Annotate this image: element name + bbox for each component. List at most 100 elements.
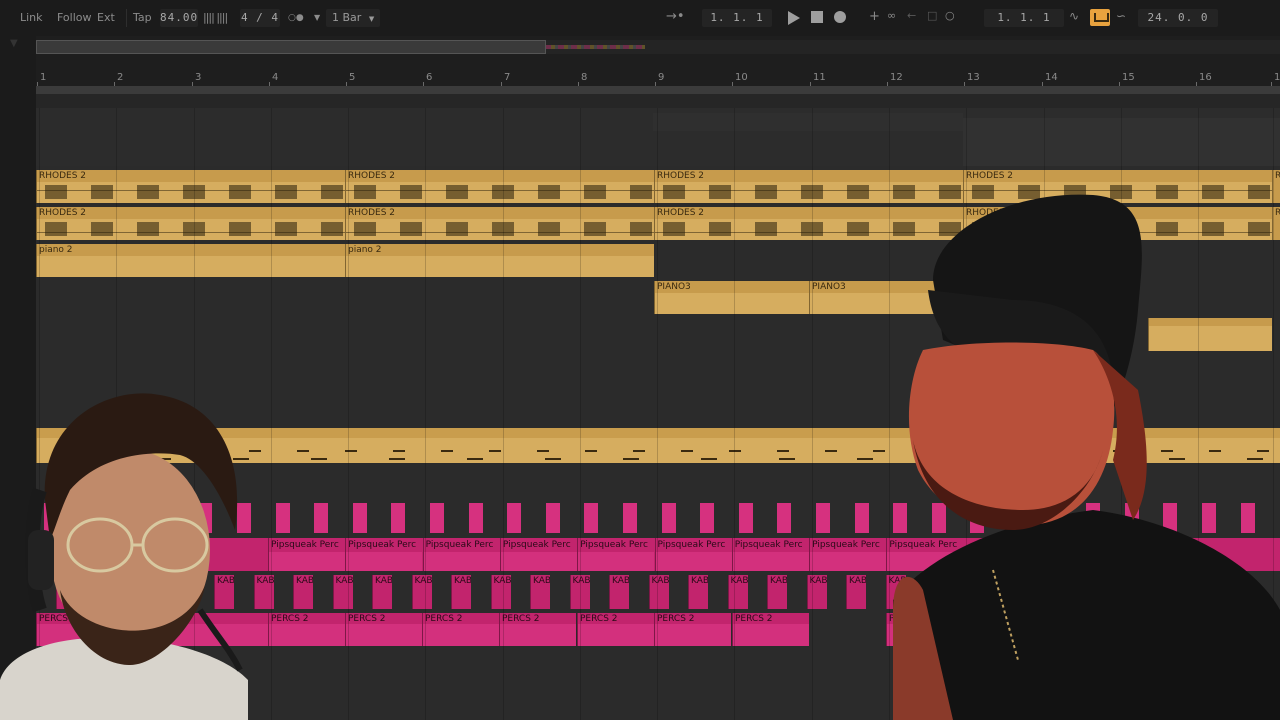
clip-percs[interactable]: PERCS 2: [345, 613, 422, 646]
automation-arm-icon[interactable]: ∞: [887, 9, 896, 22]
clip-kab[interactable]: KAB: [688, 575, 708, 609]
quantize-value: 1 Bar: [332, 11, 362, 24]
back-to-arrangement-icon[interactable]: ←: [907, 9, 916, 22]
clip-kick[interactable]: [545, 503, 560, 533]
arrangement-locators: [36, 94, 1280, 108]
follow-arrow-icon[interactable]: →•: [666, 9, 685, 24]
clip-kick[interactable]: [584, 503, 599, 533]
bar-gridline: [889, 108, 890, 720]
clip-pipsqueak[interactable]: Pipsqueak Perc: [268, 538, 345, 571]
ruler-bar-number: 13: [967, 72, 980, 83]
clip-pipsqueak[interactable]: Pipsqueak Perc: [499, 538, 577, 571]
bar-gridline: [734, 108, 735, 720]
clip-rhodes[interactable]: RHODES 2: [36, 170, 345, 203]
clip-rhodes[interactable]: RHODES 2: [36, 207, 345, 240]
follow-button[interactable]: Follow: [57, 10, 92, 26]
ruler-bar-number: 10: [735, 72, 748, 83]
loop-start-field[interactable]: 1. 1. 1: [984, 9, 1064, 27]
ruler-bar-number: 2: [117, 72, 124, 83]
link-button[interactable]: Link: [20, 10, 43, 26]
clip-kick[interactable]: [738, 503, 753, 533]
clip-kick[interactable]: [854, 503, 869, 533]
clip-kab[interactable]: KAB: [293, 575, 313, 609]
overview-visible-window[interactable]: [36, 40, 546, 54]
clip-piano3[interactable]: PIANO3: [654, 281, 809, 314]
ruler-bar-number: 7: [504, 72, 511, 83]
clip-pipsqueak[interactable]: Pipsqueak Perc: [422, 538, 500, 571]
clip-kab[interactable]: KAB: [648, 575, 669, 609]
clip-kick[interactable]: [777, 503, 792, 533]
overdub-icon[interactable]: +: [869, 9, 880, 24]
clip-kab[interactable]: KAB: [411, 575, 432, 609]
record-icon[interactable]: [834, 11, 846, 23]
clip-kick[interactable]: [661, 503, 676, 533]
clip-rhodes[interactable]: RHODES 2: [345, 170, 654, 203]
clip-kab[interactable]: KAB: [806, 575, 827, 609]
punch-out-icon[interactable]: ∽: [1116, 9, 1126, 23]
clip-kick[interactable]: [275, 503, 290, 533]
clip-kick[interactable]: [352, 503, 367, 533]
clip-piano2[interactable]: piano 2: [36, 244, 345, 277]
bar-gridline: [580, 108, 581, 720]
clip-rhodes[interactable]: RHODES 2: [345, 207, 654, 240]
quantize-dropdown[interactable]: 1 Bar ▼: [326, 9, 381, 27]
play-icon[interactable]: [788, 11, 800, 25]
clip-kab[interactable]: KAB: [490, 575, 511, 609]
punch-in-icon[interactable]: ∿: [1069, 9, 1079, 23]
bar-gridline: [348, 108, 349, 720]
nudge-icon[interactable]: |||| ||||: [203, 10, 228, 26]
clip-pipsqueak[interactable]: Pipsqueak Perc: [654, 538, 732, 571]
metronome-dropdown-icon[interactable]: ▼: [314, 10, 320, 26]
bar-gridline: [812, 108, 813, 720]
clip-kick[interactable]: [430, 503, 444, 533]
clip-kab[interactable]: KAB: [609, 575, 629, 609]
clip-pipsqueak[interactable]: Pipsqueak Perc: [809, 538, 887, 571]
clip-kab[interactable]: KAB: [846, 575, 866, 609]
clip-kick[interactable]: [314, 503, 329, 533]
clip-kick[interactable]: [816, 503, 830, 533]
loop-brace[interactable]: [36, 86, 1280, 94]
time-signature-field[interactable]: 4 / 4: [240, 9, 280, 27]
ruler-bar-number: 8: [581, 72, 588, 83]
clip-kick[interactable]: [507, 503, 522, 533]
clip-kick[interactable]: [700, 503, 715, 533]
loop-switch-icon[interactable]: [1090, 9, 1110, 26]
clip-percs[interactable]: PERCS 2: [499, 613, 576, 646]
bar-gridline: [425, 108, 426, 720]
clip-kab[interactable]: KAB: [451, 575, 471, 609]
clip-kab[interactable]: KAB: [530, 575, 550, 609]
ruler-bar-number: 12: [890, 72, 903, 83]
clip-kab[interactable]: KAB: [727, 575, 748, 609]
clip-percs[interactable]: PERCS 2: [268, 613, 345, 646]
clip-piano2[interactable]: piano 2: [345, 244, 654, 277]
clip-kab[interactable]: KAB: [767, 575, 787, 609]
ext-sync-button[interactable]: Ext: [97, 10, 115, 26]
webcam-left: [0, 380, 248, 720]
metronome-icon[interactable]: ○●: [288, 10, 304, 26]
capture-icon[interactable]: □: [927, 9, 937, 22]
clip-kick[interactable]: [623, 503, 637, 533]
person-left-image: [0, 393, 248, 720]
tempo-field[interactable]: 84.00: [160, 9, 198, 27]
clip-kick[interactable]: [391, 503, 406, 533]
clip-pipsqueak[interactable]: Pipsqueak Perc: [345, 538, 423, 571]
clip-percs[interactable]: PERCS 2: [654, 613, 731, 646]
clip-percs[interactable]: PERCS 2: [732, 613, 809, 646]
overview-toggle-icon[interactable]: ▼: [10, 38, 18, 49]
clip-pipsqueak[interactable]: Pipsqueak Perc: [731, 538, 809, 571]
clip-kab[interactable]: KAB: [332, 575, 353, 609]
clip-kick[interactable]: [468, 503, 483, 533]
session-record-icon[interactable]: ○: [945, 9, 955, 22]
stop-icon[interactable]: [811, 11, 823, 23]
webcam-right: [893, 190, 1280, 720]
clip-percs[interactable]: PERCS 2: [422, 613, 499, 646]
bar-gridline: [657, 108, 658, 720]
tap-tempo-button[interactable]: Tap: [133, 10, 152, 26]
clip-kab[interactable]: KAB: [372, 575, 392, 609]
arrangement-position-field[interactable]: 1. 1. 1: [702, 9, 772, 27]
clip-pipsqueak[interactable]: Pipsqueak Perc: [577, 538, 655, 571]
ruler-bar-number: 15: [1122, 72, 1135, 83]
loop-length-field[interactable]: 24. 0. 0: [1138, 9, 1218, 27]
clip-percs[interactable]: PERCS 2: [577, 613, 654, 646]
person-right-image: [893, 194, 1280, 720]
